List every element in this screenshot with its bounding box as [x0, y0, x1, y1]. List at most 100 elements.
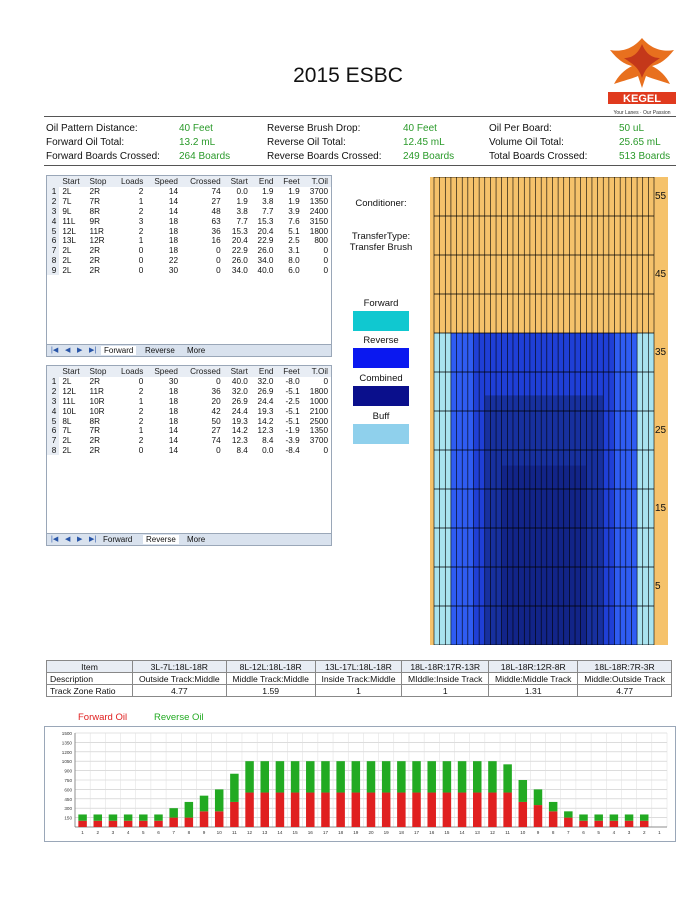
- column-header[interactable]: [47, 366, 60, 377]
- table-cell: 14: [168, 206, 178, 216]
- reverse-oil-bar: [78, 814, 87, 821]
- column-header[interactable]: Feet: [276, 366, 303, 377]
- column-header[interactable]: Crossed: [181, 366, 224, 377]
- last-page-icon[interactable]: ▶|: [89, 535, 96, 543]
- forward-loads-grid[interactable]: Start Stop Loads Speed Crossed Start End Feet T.…: [46, 175, 332, 357]
- table-row[interactable]: 1 2L 2R 2 14 74 0.0 1.9 1.9 3700: [47, 187, 331, 197]
- table-cell: 2400: [309, 206, 328, 216]
- table-row[interactable]: 5 12L 11R 2 18 36 15.3 20.4 5.1 1800: [47, 226, 331, 236]
- table-cell: 3700: [309, 436, 328, 446]
- forward-oil-bar: [473, 792, 482, 827]
- board-oil-chart: 150 300 450 600 750 900 1050 1200 1350 1500 1 2 3 4 5 6…: [44, 726, 676, 842]
- column-header[interactable]: [47, 176, 60, 187]
- info-value: 25.65 mL: [619, 137, 661, 148]
- reverse-oil-bar: [488, 761, 497, 793]
- tab-more[interactable]: More: [187, 346, 205, 355]
- tab-forward[interactable]: Forward: [101, 346, 137, 355]
- table-cell: 2100: [309, 406, 328, 416]
- legend-buff-swatch: [353, 424, 409, 444]
- track-zone-table: Item 3L-7L:18L-18R 8L-12L:18L-18R 13L-17L:1…: [46, 660, 672, 697]
- prev-page-icon[interactable]: ◀: [65, 346, 70, 354]
- forward-oil-bar: [427, 792, 436, 827]
- column-header[interactable]: Start: [223, 366, 251, 377]
- reverse-grid-tabbar: |◀ ◀ ▶ ▶| Forward Reverse More: [47, 533, 331, 545]
- table-cell: 8: [47, 445, 60, 456]
- table-cell: 8R: [89, 416, 101, 426]
- table-cell: 2R: [89, 255, 101, 265]
- table-cell: 2: [138, 416, 144, 426]
- column-header[interactable]: Loads: [113, 176, 147, 187]
- next-page-icon[interactable]: ▶: [77, 346, 82, 354]
- column-header[interactable]: End: [250, 176, 277, 187]
- column-header[interactable]: Loads: [113, 366, 147, 377]
- reverse-oil-bar: [336, 761, 345, 793]
- table-row[interactable]: 2 7L 7R 1 14 27 1.9 3.8 1.9 1350: [47, 196, 331, 207]
- table-row[interactable]: 7 2L 2R 2 14 74 12.3 8.4 -3.9 3700: [47, 435, 331, 446]
- table-row[interactable]: 6 7L 7R 1 14 27 14.2 12.3 -1.9 1350: [47, 425, 331, 436]
- reverse-oil-bar: [245, 761, 254, 793]
- table-row[interactable]: 9 2L 2R 0 30 0 34.0 40.0 6.0 0: [47, 265, 331, 276]
- last-page-icon[interactable]: ▶|: [89, 346, 96, 354]
- table-row[interactable]: 2 12L 11R 2 18 36 32.0 26.9 -5.1 1800: [47, 386, 331, 397]
- tab-forward[interactable]: Forward: [103, 535, 132, 544]
- table-cell: 1: [138, 396, 144, 406]
- table-cell: 0: [138, 246, 144, 256]
- table-row[interactable]: 4 11L 9R 3 18 63 7.7 15.3 7.6 3150: [47, 216, 331, 227]
- table-cell: -1.9: [285, 426, 300, 436]
- column-header[interactable]: T.Oil: [302, 366, 331, 377]
- column-header[interactable]: Speed: [146, 366, 181, 377]
- column-header[interactable]: Crossed: [181, 176, 224, 187]
- first-page-icon[interactable]: |◀: [51, 535, 58, 543]
- table-row[interactable]: 3 9L 8R 2 14 48 3.8 7.7 3.9 2400: [47, 206, 331, 217]
- table-cell: 27: [211, 197, 221, 207]
- column-header[interactable]: Stop: [86, 366, 114, 377]
- x-tick-label: 10: [217, 830, 223, 835]
- column-header[interactable]: Start: [223, 176, 251, 187]
- table-row[interactable]: 7 2L 2R 0 18 0 22.9 26.0 3.1 0: [47, 245, 331, 256]
- info-value: 13.2 mL: [179, 137, 216, 148]
- reverse-oil-bar: [533, 789, 543, 806]
- forward-oil-bar: [624, 820, 634, 827]
- table-cell: 0: [323, 246, 328, 256]
- table-cell: 8.4: [236, 445, 248, 455]
- reverse-oil-bar: [579, 814, 588, 821]
- column-header[interactable]: End: [250, 366, 277, 377]
- table-cell: -8.4: [285, 445, 300, 455]
- table-cell: 27: [211, 426, 221, 436]
- table-cell: 26.9: [231, 396, 248, 406]
- table-row[interactable]: 6 13L 12R 1 18 16 20.4 22.9 2.5 800: [47, 235, 331, 246]
- tab-more[interactable]: More: [187, 535, 205, 544]
- table-cell: 34.0: [257, 255, 274, 265]
- table-row[interactable]: 4 10L 10R 2 18 42 24.4 19.3 -5.1 2100: [47, 406, 331, 417]
- column-header[interactable]: Feet: [276, 176, 303, 187]
- x-tick-label: 17: [323, 830, 329, 835]
- table-row[interactable]: 8 2L 2R 0 14 0 8.4 0.0 -8.4 0: [47, 445, 331, 456]
- column-header[interactable]: Start: [59, 366, 87, 377]
- column-header[interactable]: Start: [59, 176, 87, 187]
- first-page-icon[interactable]: |◀: [51, 346, 58, 354]
- zone-cell: 1: [401, 684, 490, 697]
- reverse-oil-bar: [199, 795, 209, 812]
- forward-oil-bar: [93, 820, 103, 827]
- prev-page-icon[interactable]: ◀: [65, 535, 70, 543]
- reverse-oil-bar: [473, 761, 482, 793]
- table-cell: 1: [138, 236, 144, 246]
- legend-forward-swatch: [353, 311, 409, 331]
- legend-reverse-label: Reverse: [363, 335, 399, 346]
- column-header[interactable]: T.Oil: [302, 176, 331, 187]
- column-header[interactable]: Stop: [86, 176, 114, 187]
- forward-grid-tabbar: |◀ ◀ ▶ ▶| Forward Reverse More: [47, 344, 331, 356]
- tab-reverse[interactable]: Reverse: [145, 346, 175, 355]
- next-page-icon[interactable]: ▶: [77, 535, 82, 543]
- tab-reverse[interactable]: Reverse: [143, 535, 179, 544]
- table-row[interactable]: 5 8L 8R 2 18 50 19.3 14.2 -5.1 2500: [47, 416, 331, 426]
- column-header[interactable]: Speed: [146, 176, 181, 187]
- table-row[interactable]: 1 2L 2R 0 30 0 40.0 32.0 -8.0 0: [47, 377, 331, 387]
- svg-text:KEGEL: KEGEL: [623, 93, 661, 105]
- table-row[interactable]: 3 11L 10R 1 18 20 26.9 24.4 -2.5 1000: [47, 396, 331, 407]
- table-cell: 2L: [62, 265, 72, 275]
- reverse-oil-bar: [321, 761, 330, 793]
- x-tick-label: 8: [552, 830, 555, 835]
- table-row[interactable]: 8 2L 2R 0 22 0 26.0 34.0 8.0 0: [47, 255, 331, 266]
- reverse-loads-grid[interactable]: Start Stop Loads Speed Crossed Start End Feet T.…: [46, 365, 332, 546]
